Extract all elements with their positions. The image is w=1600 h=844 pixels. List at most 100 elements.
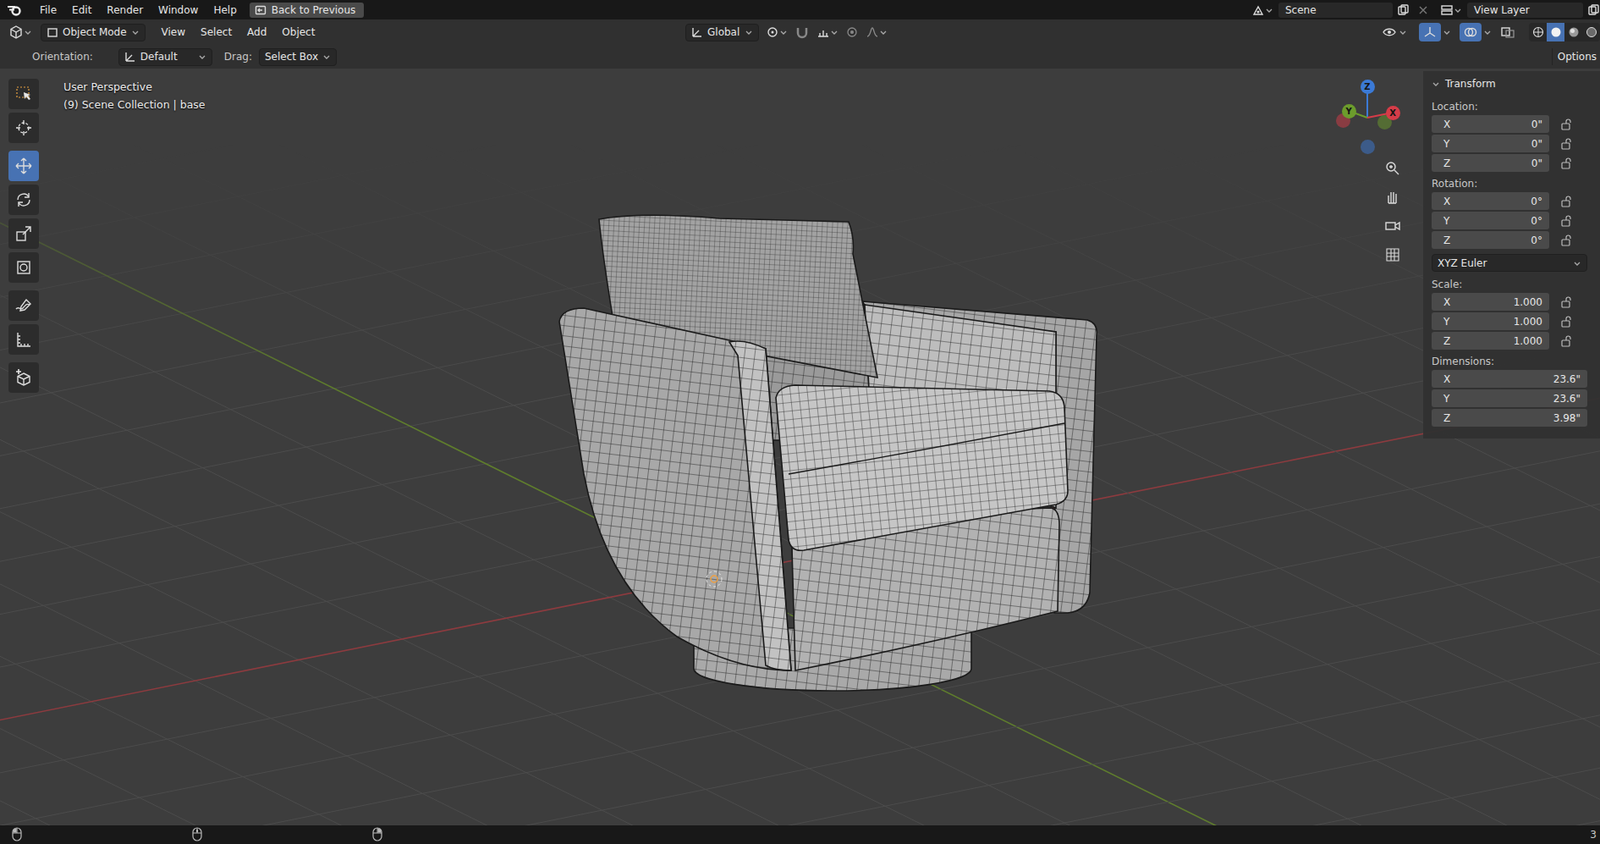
number-field[interactable]: X 1.000	[1431, 292, 1550, 311]
options-tab[interactable]: Options	[1551, 48, 1600, 66]
proportional-edit-icon[interactable]	[845, 25, 859, 39]
chevron-icon[interactable]	[879, 27, 888, 37]
axis-label[interactable]: X	[1443, 296, 1451, 308]
orientation-value[interactable]: Default	[140, 50, 194, 63]
wireframe-shading-icon[interactable]	[1531, 25, 1546, 39]
orientation-dropdown[interactable]: Default	[118, 48, 213, 66]
camera-icon[interactable]	[1384, 217, 1402, 235]
falloff-icon[interactable]	[865, 25, 880, 39]
lock-icon[interactable]	[1559, 314, 1573, 329]
copy-icon[interactable]	[1586, 3, 1600, 17]
select-tool[interactable]	[8, 78, 39, 110]
number-field[interactable]: Z0°	[1431, 230, 1550, 249]
axis-label[interactable]: Y	[1345, 106, 1352, 116]
lock-icon[interactable]	[1559, 334, 1573, 348]
chevron-icon[interactable]	[1453, 5, 1463, 15]
view-layer-name[interactable]: View Layer	[1473, 4, 1530, 17]
header-menu[interactable]: Object	[274, 24, 323, 40]
view-layer-icon[interactable]	[1440, 3, 1454, 17]
scene-browse[interactable]	[1251, 3, 1274, 17]
number-field[interactable]: X 0"	[1431, 115, 1550, 133]
axis-label[interactable]: Z	[1443, 412, 1451, 424]
field-value[interactable]: 3.98"	[1553, 412, 1581, 424]
move-icon[interactable]	[14, 156, 33, 176]
viewport-icon[interactable]	[8, 24, 24, 40]
scale-icon[interactable]	[14, 224, 33, 243]
annotate-icon[interactable]	[14, 296, 33, 315]
copy-icon[interactable]	[1396, 3, 1412, 17]
grid-icon[interactable]	[1384, 246, 1402, 264]
field-value[interactable]: 0°	[1530, 214, 1543, 227]
zoom-icon[interactable]	[1384, 159, 1402, 177]
field-value[interactable]: 23.6"	[1553, 373, 1581, 385]
orientation-icon[interactable]	[691, 26, 704, 39]
gizmo-toggle[interactable]	[1418, 22, 1441, 42]
snap-increment-icon[interactable]	[816, 25, 831, 39]
field-value[interactable]: 0"	[1531, 157, 1543, 170]
chevron-icon[interactable]	[779, 27, 788, 37]
back-icon[interactable]	[254, 4, 267, 17]
chevron-icon[interactable]	[744, 27, 754, 37]
scene-field[interactable]: Scene	[1278, 2, 1393, 18]
axis-label[interactable]: Z	[1443, 157, 1451, 170]
snap-icon[interactable]	[794, 25, 810, 39]
lock-icon[interactable]	[1559, 194, 1573, 209]
cursor-icon[interactable]	[14, 118, 33, 138]
grid-button[interactable]	[1380, 242, 1405, 267]
chevron-icon[interactable]	[1442, 27, 1452, 37]
close-icon[interactable]	[1416, 3, 1430, 17]
solid-shading-icon[interactable]	[1549, 25, 1563, 39]
lock-icon[interactable]	[1559, 295, 1573, 309]
lock-icon[interactable]	[1559, 214, 1573, 228]
orientation-icon[interactable]	[124, 50, 137, 63]
axis-handle[interactable]: Y	[1341, 104, 1357, 119]
axis-label[interactable]: Y	[1443, 137, 1450, 150]
move-tool[interactable]	[8, 150, 39, 182]
camera-button[interactable]	[1380, 214, 1405, 238]
axis-label[interactable]: Z	[1443, 335, 1451, 347]
lock-icon[interactable]	[1559, 156, 1573, 171]
measure-tool[interactable]	[8, 324, 39, 355]
number-field[interactable]: Y0"	[1431, 134, 1550, 153]
axis-label[interactable]: X	[1443, 195, 1451, 208]
chevron-down-icon[interactable]	[1431, 79, 1441, 88]
xray-icon[interactable]	[1500, 25, 1516, 39]
transform-orientation-dropdown[interactable]: Global	[685, 23, 759, 42]
transform-icon[interactable]	[14, 258, 33, 277]
scene-name[interactable]: Scene	[1285, 4, 1317, 17]
lock-icon[interactable]	[1559, 137, 1573, 151]
axis-label[interactable]: Y	[1443, 214, 1450, 227]
rendered-shading-icon[interactable]	[1584, 25, 1599, 39]
field-value[interactable]: 1.000	[1513, 296, 1543, 308]
header-menu[interactable]: Select	[192, 24, 240, 40]
mode-label[interactable]: Object Mode	[62, 26, 127, 39]
number-field[interactable]: Y1.000	[1431, 312, 1550, 330]
annotate-tool[interactable]	[8, 290, 39, 321]
axis-label[interactable]: Y	[1443, 392, 1450, 405]
chevron-icon[interactable]	[23, 27, 33, 37]
axis-handle[interactable]: Z	[1360, 79, 1375, 94]
negative-axis-handle[interactable]	[1360, 139, 1375, 154]
view-layer-field[interactable]: View Layer	[1467, 2, 1584, 18]
rotation-mode[interactable]: XYZ Euler	[1437, 257, 1569, 270]
snap-target-button[interactable]	[816, 25, 839, 39]
viewport-scene[interactable]	[0, 68, 1600, 825]
blender-logo-icon[interactable]	[6, 1, 24, 19]
3d-viewport[interactable]: User Perspective(9) Scene Collection | b…	[0, 68, 1600, 825]
gizmo-icon[interactable]	[1422, 25, 1438, 39]
field-value[interactable]: 0"	[1531, 118, 1543, 131]
pivot-icon[interactable]	[765, 25, 780, 39]
zoom-button[interactable]	[1380, 156, 1405, 181]
menu-item[interactable]: Edit	[64, 2, 99, 18]
panel-title[interactable]: Transform	[1445, 77, 1496, 90]
shading-wireframe-button[interactable]	[1528, 22, 1547, 42]
scene-icon[interactable]	[1251, 3, 1265, 17]
hand-button[interactable]	[1380, 185, 1405, 209]
axis-label[interactable]: Z	[1363, 82, 1370, 92]
menu-item[interactable]: File	[32, 2, 65, 18]
axis-label[interactable]: X	[1443, 118, 1451, 131]
mode-dropdown[interactable]: Object Mode	[40, 23, 146, 42]
visibility-button[interactable]	[1378, 22, 1411, 42]
chevron-icon[interactable]	[1572, 258, 1582, 268]
rotate-tool[interactable]	[8, 184, 39, 215]
